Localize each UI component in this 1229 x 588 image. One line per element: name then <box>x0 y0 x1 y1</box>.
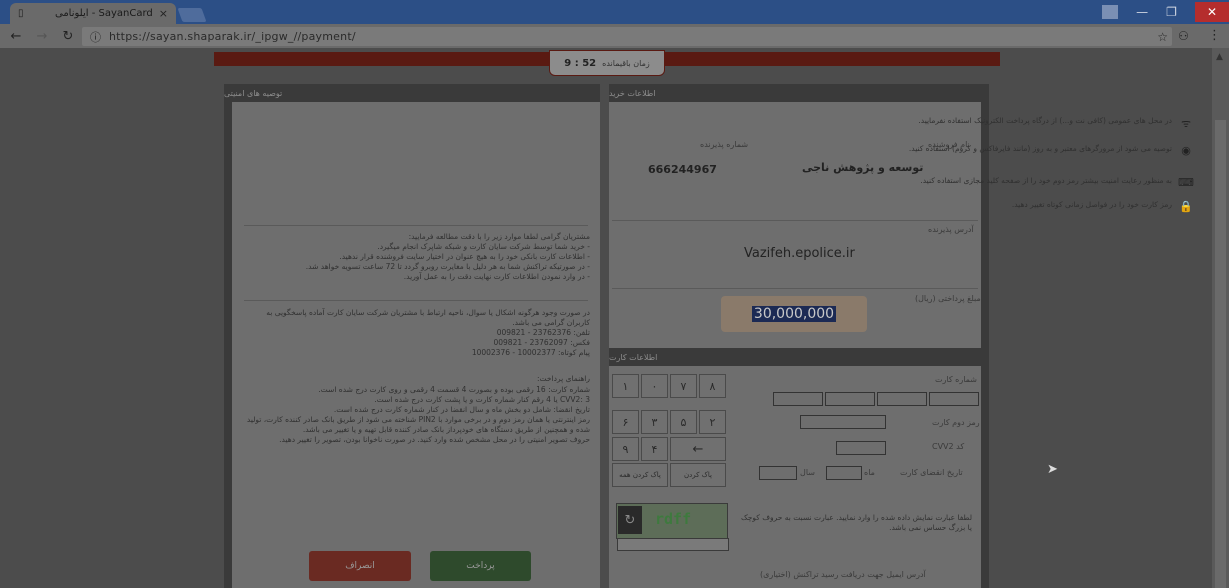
purchase-info-header: اطلاعات خرید <box>609 84 989 102</box>
timer-value: 52 : 9 <box>564 57 597 69</box>
security-header: توصیه های امنیتی <box>224 84 600 102</box>
security-tip: ⌨ به منظور رعایت امنیت بیشتر رمز دوم خود… <box>854 176 1194 190</box>
reload-icon[interactable]: ↻ <box>58 29 78 44</box>
divider <box>244 300 588 301</box>
keyboard-icon: ⌨ <box>1178 176 1194 189</box>
window-close-icon[interactable]: ✕ <box>1194 2 1229 22</box>
scrollbar-thumb[interactable] <box>1215 120 1226 588</box>
minimize-icon[interactable]: — <box>1136 5 1148 19</box>
countdown-timer: زمان باقیمانده 52 : 9 <box>549 50 665 76</box>
back-icon[interactable]: ← <box>6 29 26 44</box>
browser-titlebar: ▯ SayanCard - ایلونامی × — ❐ ✕ <box>0 0 1229 24</box>
expiry-month-field[interactable] <box>826 466 862 480</box>
pin2-field[interactable] <box>800 415 886 429</box>
card-number-field-3[interactable] <box>825 392 875 406</box>
keypad-key[interactable]: ۹ <box>612 437 639 461</box>
browser-toolbar: ← → ↻ ⓘ https://sayan.shaparak.ir/_ipgw_… <box>0 24 1229 48</box>
site-value: Vazifeh.epolice.ir <box>744 246 855 261</box>
expiry-label: تاریخ انقضای کارت <box>900 468 963 477</box>
divider <box>612 220 978 221</box>
captcha-text: rdff <box>655 510 692 528</box>
keypad-clear-button[interactable]: پاک کردن <box>670 463 726 487</box>
scroll-up-icon[interactable]: ▲ <box>1216 52 1223 62</box>
keypad-key[interactable]: ۳ <box>641 410 668 434</box>
url-text: https://sayan.shaparak.ir/_ipgw_//paymen… <box>109 30 356 43</box>
site-label: آدرس پذیرنده <box>928 225 974 234</box>
keypad-key[interactable]: ۸ <box>699 374 726 398</box>
menu-icon[interactable]: ⋮ <box>1208 28 1221 43</box>
refresh-captcha-icon[interactable]: ↻ <box>618 506 642 534</box>
keypad-key[interactable]: ۶ <box>612 410 639 434</box>
merchant-value: توسعه و پژوهش ناجی <box>802 161 924 174</box>
card-number-label: شماره کارت <box>935 375 978 384</box>
bookmark-star-icon[interactable]: ☆ <box>1157 30 1168 44</box>
timer-label: زمان باقیمانده <box>602 58 650 68</box>
divider <box>244 225 588 226</box>
cvv2-label: کد CVV2 <box>932 442 965 451</box>
email-label: آدرس ایمیل جهت دریافت رسید تراکنش (اختیا… <box>760 570 926 579</box>
cancel-button[interactable]: انصراف <box>309 551 411 581</box>
address-bar[interactable]: ⓘ https://sayan.shaparak.ir/_ipgw_//paym… <box>82 27 1172 46</box>
new-tab-button[interactable] <box>177 8 207 22</box>
profile-icon[interactable] <box>1102 5 1119 19</box>
guide-title: راهنمای پرداخت: <box>537 374 590 383</box>
captcha-hint: لطفا عبارت نمایش داده شده را وارد نمایید… <box>741 513 972 532</box>
expiry-year-field[interactable] <box>759 466 797 480</box>
extension-icon[interactable]: ⚇ <box>1178 29 1189 43</box>
tip-text: رمز کارت خود را در فواصل زمانی کوتاه تغی… <box>1011 200 1172 209</box>
keypad-clear-all-button[interactable]: پاک کردن همه <box>612 463 668 487</box>
support-info: در صورت وجود هرگونه اشکال یا سوال، ناحیه… <box>266 308 590 357</box>
pay-button[interactable]: پرداخت <box>430 551 531 581</box>
amount-box: 30,000,000 <box>721 296 867 332</box>
tip-text: به منظور رعایت امنیت بیشتر رمز دوم خود ر… <box>920 176 1172 185</box>
wifi-icon: ᯤ <box>1180 117 1192 130</box>
payment-guide: شماره کارت: 16 رقمی بوده و بصورت 4 قسمت … <box>246 385 590 444</box>
amount-value: 30,000,000 <box>751 306 837 322</box>
card-number-field-1[interactable] <box>929 392 979 406</box>
payment-page: زمان باقیمانده 52 : 9 اطلاعات خرید نام ف… <box>0 48 1212 588</box>
card-number-field-4[interactable] <box>773 392 823 406</box>
window-controls: — ❐ ✕ <box>1102 0 1229 24</box>
panel-border <box>981 102 989 588</box>
security-tip: 🔒 رمز کارت خود را در فواصل زمانی کوتاه ت… <box>854 200 1194 214</box>
captcha-input[interactable] <box>617 538 729 551</box>
keypad-key[interactable]: ۵ <box>670 410 697 434</box>
forward-icon[interactable]: → <box>32 29 52 44</box>
pin2-label: رمز دوم کارت <box>932 418 980 427</box>
tip-text: توصیه می شود از مرورگرهای معتبر و به روز… <box>908 144 1172 153</box>
year-label: سال <box>800 468 815 477</box>
month-label: ماه <box>864 468 875 477</box>
maximize-icon[interactable]: ❐ <box>1166 5 1177 19</box>
keypad-backspace-key[interactable]: ← <box>670 437 726 461</box>
tab-title: SayanCard - ایلونامی <box>54 8 153 19</box>
info-icon[interactable]: ⓘ <box>90 29 101 45</box>
lock-icon: 🔒 <box>1179 200 1193 213</box>
card-number-field-2[interactable] <box>877 392 927 406</box>
keypad-key[interactable]: ۱ <box>612 374 639 398</box>
security-tip: ᯤ در محل های عمومی (کافی نت و...) از درگ… <box>854 116 1194 130</box>
terminal-value: 666244967 <box>648 163 717 176</box>
terminal-label: شماره پذیرنده <box>700 140 749 149</box>
keypad-key[interactable]: ۴ <box>641 437 668 461</box>
mouse-cursor-icon: ➤ <box>1047 462 1058 477</box>
page-icon: ▯ <box>18 8 24 19</box>
card-info-header: اطلاعات کارت <box>609 348 989 366</box>
keypad-key[interactable]: ۰ <box>641 374 668 398</box>
security-tip: ◉ توصیه می شود از مرورگرهای معتبر و به ر… <box>854 144 1194 158</box>
browser-tab[interactable]: ▯ SayanCard - ایلونامی × <box>10 3 176 24</box>
cvv2-field[interactable] <box>836 441 886 455</box>
divider <box>612 288 978 289</box>
tab-close-icon[interactable]: × <box>159 7 168 20</box>
security-notice: مشتریان گرامی لطفا موارد زیر را با دقت م… <box>305 232 590 281</box>
panel-border <box>224 102 232 588</box>
amount-label: مبلغ پرداختی (ریال) <box>915 294 981 303</box>
headset-icon: ◉ <box>1181 144 1191 157</box>
keypad-key[interactable]: ۲ <box>699 410 726 434</box>
keypad-key[interactable]: ۷ <box>670 374 697 398</box>
tip-text: در محل های عمومی (کافی نت و...) از درگاه… <box>918 116 1172 125</box>
